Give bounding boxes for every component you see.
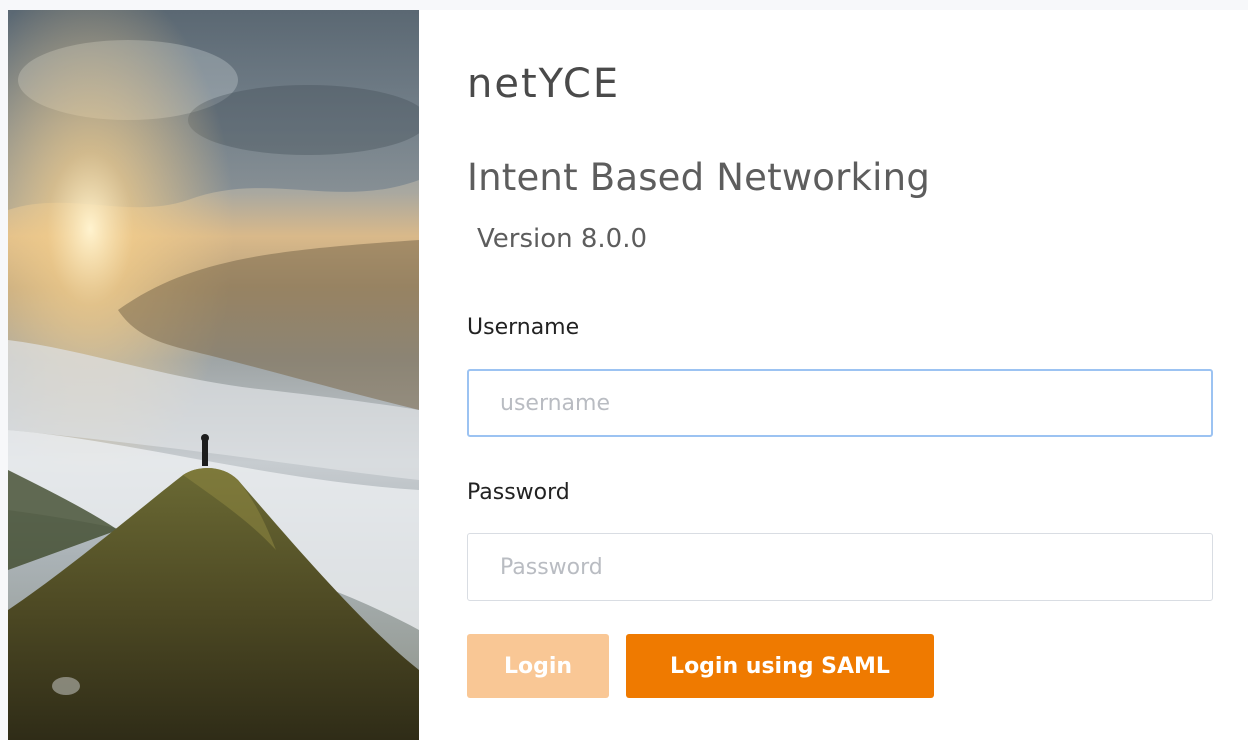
- password-input[interactable]: [467, 533, 1213, 601]
- version-label: Version 8.0.0: [477, 224, 648, 254]
- login-button[interactable]: Login: [467, 634, 609, 698]
- password-label: Password: [467, 480, 570, 505]
- page-title: Intent Based Networking: [467, 156, 930, 199]
- login-card: netYCE Intent Based Networking Version 8…: [8, 10, 1248, 740]
- username-input[interactable]: [467, 369, 1213, 437]
- hero-image: [8, 10, 419, 740]
- netyce-logo: netYCE: [467, 61, 621, 107]
- username-label: Username: [467, 315, 580, 340]
- login-saml-button[interactable]: Login using SAML: [626, 634, 934, 698]
